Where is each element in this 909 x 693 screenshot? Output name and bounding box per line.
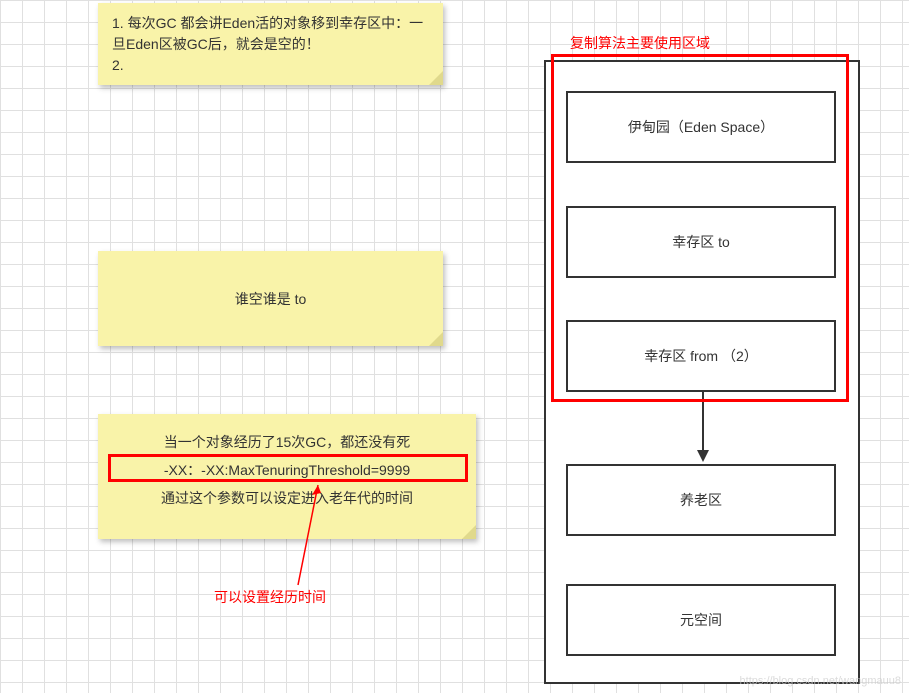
note-top-line2: 2. (112, 55, 429, 76)
region-metaspace: 元空间 (566, 584, 836, 656)
region-old-gen: 养老区 (566, 464, 836, 536)
note-bottom-line2: -XX：-XX:MaxTenuringThreshold=9999 (112, 460, 462, 480)
region-survivor-from-label: 幸存区 from （2） (644, 346, 758, 366)
annotation-bottom-label: 可以设置经历时间 (214, 587, 326, 607)
annotation-top-label: 复制算法主要使用区域 (570, 33, 710, 53)
region-survivor-from: 幸存区 from （2） (566, 320, 836, 392)
note-top-line1: 1. 每次GC 都会讲Eden活的对象移到幸存区中：一旦Eden区被GC后，就会… (112, 13, 429, 55)
watermark: https://blog.csdn.net/wangmauu8 (740, 675, 901, 687)
note-top: 1. 每次GC 都会讲Eden活的对象移到幸存区中：一旦Eden区被GC后，就会… (98, 3, 443, 85)
arrow-survivor-to-old (688, 392, 718, 466)
note-middle: 谁空谁是 to (98, 251, 443, 346)
region-eden: 伊甸园（Eden Space） (566, 91, 836, 163)
red-arrow-to-param (268, 480, 328, 588)
note-middle-text: 谁空谁是 to (235, 289, 307, 309)
region-eden-label: 伊甸园（Eden Space） (628, 117, 774, 137)
region-old-gen-label: 养老区 (680, 490, 722, 510)
note-bottom-line1: 当一个对象经历了15次GC，都还没有死 (112, 432, 462, 452)
region-metaspace-label: 元空间 (680, 610, 722, 630)
region-survivor-to: 幸存区 to (566, 206, 836, 278)
region-survivor-to-label: 幸存区 to (672, 232, 730, 252)
